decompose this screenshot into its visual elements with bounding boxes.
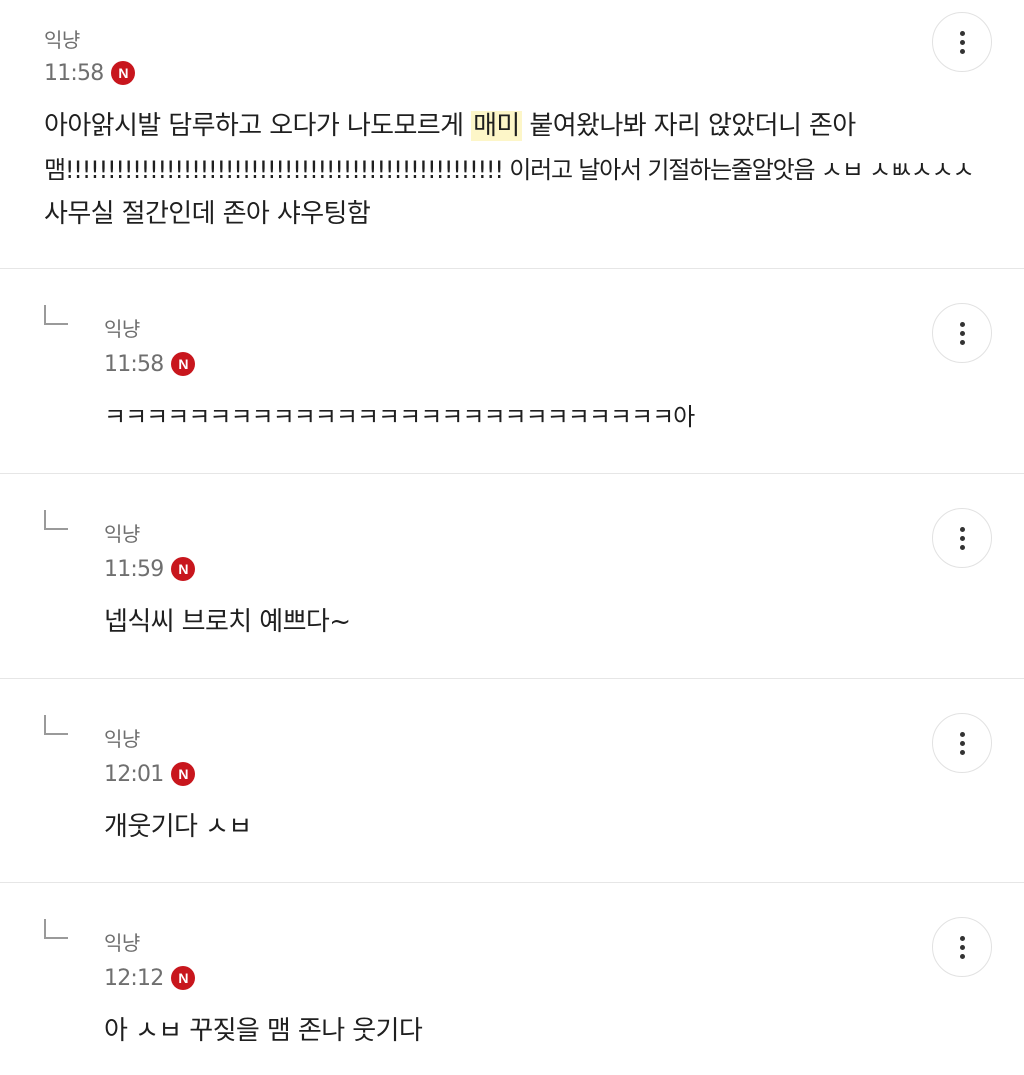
comment-author: 익냥	[44, 28, 80, 52]
more-vertical-icon	[959, 321, 965, 327]
reply-time: 11:58	[104, 351, 164, 377]
reply-item: 익냥 11:58 N ㅋㅋㅋㅋㅋㅋㅋㅋㅋㅋㅋㅋㅋㅋㅋㅋㅋㅋㅋㅋㅋㅋㅋㅋㅋㅋㅋ아	[0, 269, 1024, 473]
reply-item: 익냥 12:12 N 아 ㅅㅂ 꾸짖을 맴 존나 웃기다	[0, 883, 1024, 1075]
reply-author: 익냥	[104, 931, 140, 955]
more-options-button[interactable]	[932, 303, 992, 363]
reply-time: 11:59	[104, 556, 164, 582]
comment-item: 익냥 11:58 N 아아앍시발 담루하고 오다가 나도모르게 매미 붙여왔나봐…	[0, 0, 1024, 268]
reply-body: ㅋㅋㅋㅋㅋㅋㅋㅋㅋㅋㅋㅋㅋㅋㅋㅋㅋㅋㅋㅋㅋㅋㅋㅋㅋㅋㅋ아	[104, 403, 695, 431]
naver-badge-icon: N	[171, 966, 196, 990]
comment-body-line: 아아앍시발 담루하고 오다가 나도모르게 매미 붙여왔나봐 자리 앉았더니 존아	[44, 104, 924, 148]
more-options-button[interactable]	[932, 508, 992, 568]
more-options-button[interactable]	[932, 917, 992, 977]
reply-arrow-icon	[44, 715, 68, 735]
naver-badge-icon: N	[171, 557, 196, 581]
naver-badge-icon: N	[171, 352, 196, 376]
reply-author: 익냥	[104, 317, 140, 341]
comment-body-line: 맴!!!!!!!!!!!!!!!!!!!!!!!!!!!!!!!!!!!!!!!…	[44, 156, 975, 184]
more-vertical-icon	[959, 30, 965, 36]
more-options-button[interactable]	[932, 12, 992, 72]
reply-meta: 12:12 N	[104, 964, 196, 992]
reply-time: 12:01	[104, 761, 164, 787]
reply-arrow-icon	[44, 305, 68, 325]
highlighted-text: 매미	[471, 111, 522, 141]
more-vertical-icon	[959, 526, 965, 532]
reply-arrow-icon	[44, 510, 68, 530]
naver-badge-icon: N	[111, 61, 136, 85]
reply-body: 넵식씨 브로치 예쁘다~	[104, 607, 351, 637]
reply-body: 아 ㅅㅂ 꾸짖을 맴 존나 웃기다	[104, 1016, 423, 1046]
reply-item: 익냥 12:01 N 개웃기다 ㅅㅂ	[0, 679, 1024, 882]
more-vertical-icon	[959, 731, 965, 737]
reply-author: 익냥	[104, 727, 140, 751]
more-options-button[interactable]	[932, 713, 992, 773]
comment-text: 아아앍시발 담루하고 오다가 나도모르게	[44, 111, 472, 141]
more-vertical-icon	[959, 935, 965, 941]
reply-meta: 11:58 N	[104, 350, 196, 378]
comment-body: 아아앍시발 담루하고 오다가 나도모르게 매미 붙여왔나봐 자리 앉았더니 존아…	[44, 104, 975, 236]
reply-author: 익냥	[104, 522, 140, 546]
reply-arrow-icon	[44, 919, 68, 939]
naver-badge-icon: N	[171, 762, 196, 786]
comment-time: 11:58	[44, 60, 104, 86]
reply-body: 개웃기다 ㅅㅂ	[104, 812, 252, 842]
comment-text: 붙여왔나봐 자리 앉았더니 존아	[521, 111, 856, 141]
comment-body-line: 사무실 절간인데 존아 샤우팅함	[44, 199, 371, 229]
comment-meta: 11:58 N	[44, 59, 136, 87]
reply-item: 익냥 11:59 N 넵식씨 브로치 예쁘다~	[0, 474, 1024, 678]
reply-meta: 11:59 N	[104, 555, 196, 583]
reply-meta: 12:01 N	[104, 760, 196, 788]
reply-time: 12:12	[104, 965, 164, 991]
